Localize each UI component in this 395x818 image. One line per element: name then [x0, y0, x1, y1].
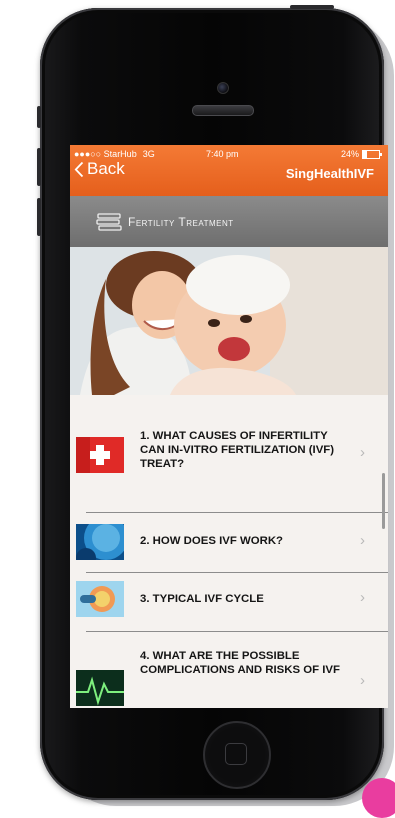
- list-item[interactable]: 4. WHAT ARE THE POSSIBLE COMPLICATIONS A…: [70, 632, 388, 708]
- back-button[interactable]: Back: [74, 159, 125, 179]
- clock: 7:40 pm: [206, 149, 239, 159]
- section-header: Fertility Treatment: [70, 196, 388, 247]
- brand-logo: SingHealthIVF: [286, 166, 374, 181]
- list-item-label: 3. TYPICAL IVF CYCLE: [140, 593, 264, 605]
- medical-cross-icon: [76, 437, 124, 473]
- section-title: Fertility Treatment: [128, 214, 234, 229]
- chevron-right-icon: ›: [360, 672, 365, 689]
- chevron-right-icon: ›: [360, 589, 365, 606]
- brand-main: SingHealth: [285, 166, 354, 181]
- corner-decoration: [362, 778, 395, 818]
- list-item[interactable]: 1. WHAT CAUSES OF INFERTILITY CAN IN-VIT…: [70, 395, 388, 510]
- silent-switch: [37, 106, 41, 128]
- back-label: Back: [87, 159, 125, 178]
- earpiece-speaker: [192, 105, 254, 116]
- home-button[interactable]: [203, 721, 271, 789]
- carrier-label: ●●●○○ StarHub: [74, 149, 137, 159]
- battery-indicator: 24%: [340, 149, 382, 159]
- mother-baby-illustration: [70, 247, 388, 395]
- egg-cell-icon: [76, 581, 124, 617]
- navigation-bar: ●●●○○ StarHub 3G 7:40 pm 24% Back SingHe…: [70, 145, 388, 196]
- hero-image: [70, 247, 388, 395]
- list-item[interactable]: 3. TYPICAL IVF CYCLE ›: [70, 573, 388, 625]
- battery-percent: 24%: [340, 149, 359, 159]
- network-label: 3G: [142, 149, 155, 159]
- chevron-right-icon: ›: [360, 532, 365, 549]
- volume-up-button: [37, 148, 41, 186]
- cell-icon: [76, 524, 124, 560]
- volume-down-button: [37, 198, 41, 236]
- brand-suffix: IVF: [353, 166, 374, 181]
- power-button: [290, 5, 334, 9]
- battery-icon: [362, 149, 382, 159]
- status-bar: ●●●○○ StarHub 3G 7:40 pm: [74, 149, 239, 159]
- front-camera: [217, 82, 229, 94]
- list-item-label: 4. WHAT ARE THE POSSIBLE COMPLICATIONS A…: [140, 650, 340, 676]
- chevron-right-icon: ›: [360, 444, 365, 461]
- list-item[interactable]: 2. HOW DOES IVF WORK? ›: [70, 513, 388, 571]
- books-icon: [96, 212, 122, 231]
- list-item-label: 1. WHAT CAUSES OF INFERTILITY CAN IN-VIT…: [140, 430, 335, 470]
- topic-list: 1. WHAT CAUSES OF INFERTILITY CAN IN-VIT…: [70, 395, 388, 708]
- list-item-label: 2. HOW DOES IVF WORK?: [140, 535, 284, 547]
- chevron-left-icon: [74, 161, 84, 177]
- heartbeat-icon: [76, 670, 124, 706]
- scroll-indicator[interactable]: [382, 473, 385, 529]
- app-screen: ●●●○○ StarHub 3G 7:40 pm 24% Back SingHe…: [70, 145, 388, 708]
